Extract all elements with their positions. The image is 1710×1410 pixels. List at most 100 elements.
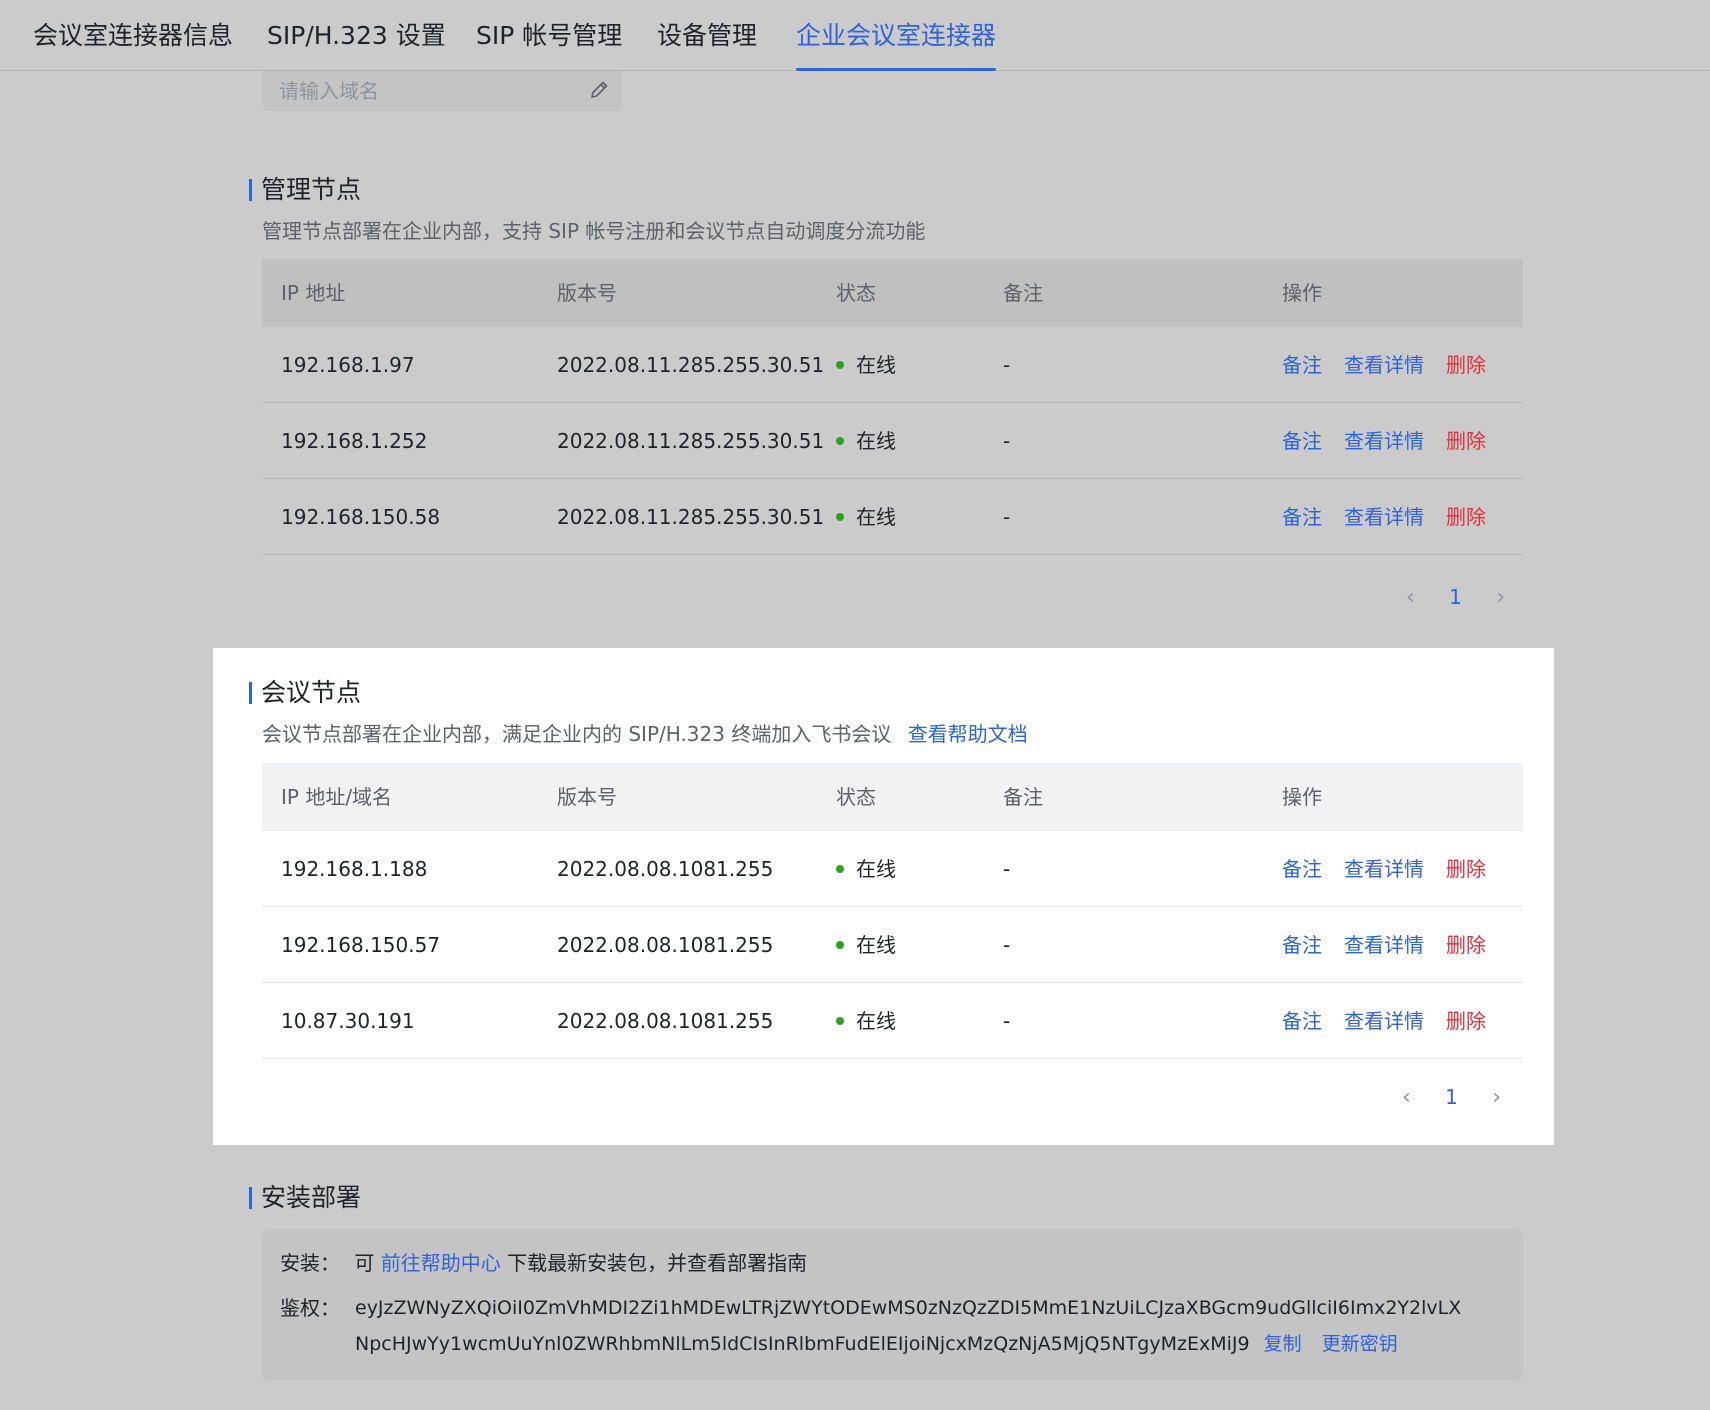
domain-input[interactable] [279,71,579,111]
delete-button[interactable]: 删除 [1446,429,1486,453]
column-version: 版本号 [557,785,617,809]
tab-sip-account[interactable]: SIP 帐号管理 [476,18,622,71]
delete-button[interactable]: 删除 [1446,1009,1486,1033]
version-cell: 2022.08.08.1081.255 [557,1009,774,1033]
ip-cell: 192.168.1.252 [281,429,428,453]
column-version: 版本号 [557,281,617,305]
meeting-pagination: ‹ 1 › [1402,1085,1501,1110]
note-button[interactable]: 备注 [1282,857,1322,881]
note-cell: - [1003,933,1011,957]
management-section-description: 管理节点部署在企业内部，支持 SIP 帐号注册和会议节点自动调度分流功能 [262,219,926,243]
domain-field [262,71,622,111]
column-actions: 操作 [1282,281,1322,305]
table-row: 192.168.1.188 2022.08.08.1081.255 在线 - 备… [262,831,1523,907]
ip-cell: 10.87.30.191 [281,1009,415,1033]
note-button[interactable]: 备注 [1282,1009,1322,1033]
tab-sip-h323-settings[interactable]: SIP/H.323 设置 [267,18,446,71]
actions-cell: 备注 查看详情 删除 [1282,1008,1508,1034]
note-button[interactable]: 备注 [1282,933,1322,957]
view-details-button[interactable]: 查看详情 [1344,429,1424,453]
table-row: 192.168.1.97 2022.08.11.285.255.30.51 在线… [262,327,1523,403]
view-details-button[interactable]: 查看详情 [1344,353,1424,377]
status-text: 在线 [856,429,896,453]
chevron-left-icon[interactable]: ‹ [1402,1085,1411,1110]
delete-button[interactable]: 删除 [1446,353,1486,377]
install-section-title: 安装部署 [249,1183,361,1213]
version-cell: 2022.08.08.1081.255 [557,933,774,957]
version-cell: 2022.08.08.1081.255 [557,857,774,881]
delete-button[interactable]: 删除 [1446,933,1486,957]
actions-cell: 备注 查看详情 删除 [1282,932,1508,958]
management-table: IP 地址 版本号 状态 备注 操作 192.168.1.97 2022.08.… [262,259,1523,555]
actions-cell: 备注 查看详情 删除 [1282,504,1508,530]
meeting-table: IP 地址/域名 版本号 状态 备注 操作 192.168.1.188 2022… [262,763,1523,1059]
table-header: IP 地址/域名 版本号 状态 备注 操作 [262,763,1523,831]
help-center-link[interactable]: 前往帮助中心 [381,1251,501,1275]
actions-cell: 备注 查看详情 删除 [1282,856,1508,882]
install-suffix: 下载最新安装包，并查看部署指南 [507,1251,808,1275]
status-text: 在线 [856,353,896,377]
ip-cell: 192.168.1.188 [281,857,428,881]
note-cell: - [1003,857,1011,881]
tab-device-management[interactable]: 设备管理 [657,18,757,71]
delete-button[interactable]: 删除 [1446,857,1486,881]
delete-button[interactable]: 删除 [1446,505,1486,529]
column-note: 备注 [1003,281,1043,305]
copy-button[interactable]: 复制 [1264,1333,1302,1355]
column-ip: IP 地址 [281,281,346,305]
actions-cell: 备注 查看详情 删除 [1282,428,1508,454]
online-dot-icon [836,940,844,949]
online-dot-icon [836,864,844,873]
chevron-right-icon[interactable]: › [1496,585,1505,610]
online-dot-icon [836,1016,844,1025]
note-cell: - [1003,505,1011,529]
status-text: 在线 [856,1009,896,1033]
tab-connector-info[interactable]: 会议室连接器信息 [33,18,233,71]
status-cell: 在线 [836,1008,896,1034]
table-row: 192.168.1.252 2022.08.11.285.255.30.51 在… [262,403,1523,479]
note-button[interactable]: 备注 [1282,353,1322,377]
table-row: 192.168.150.57 2022.08.08.1081.255 在线 - … [262,907,1523,983]
note-button[interactable]: 备注 [1282,429,1322,453]
note-cell: - [1003,429,1011,453]
note-cell: - [1003,353,1011,377]
online-dot-icon [836,360,844,369]
view-details-button[interactable]: 查看详情 [1344,505,1424,529]
auth-token-line-2: NpcHJwYy1wcmUuYnl0ZWRhbmNlLm5ldCIsInRlbm… [355,1326,1398,1362]
column-note: 备注 [1003,785,1043,809]
tab-enterprise-connector[interactable]: 企业会议室连接器 [796,18,997,71]
version-cell: 2022.08.11.285.255.30.51 [557,429,825,453]
install-label: 安装： [280,1251,340,1275]
view-details-button[interactable]: 查看详情 [1344,1009,1424,1033]
status-cell: 在线 [836,352,896,378]
refresh-key-button[interactable]: 更新密钥 [1322,1333,1398,1355]
column-status: 状态 [836,281,876,305]
view-details-button[interactable]: 查看详情 [1344,857,1424,881]
online-dot-icon [836,512,844,521]
auth-token-line-1: eyJzZWNyZXQiOiI0ZmVhMDI2Zi1hMDEwLTRjZWYt… [355,1297,1462,1319]
management-pagination: ‹ 1 › [1406,585,1505,610]
version-cell: 2022.08.11.285.255.30.51 [557,505,825,529]
version-cell: 2022.08.11.285.255.30.51 [557,353,825,377]
chevron-right-icon[interactable]: › [1492,1085,1501,1110]
table-row: 10.87.30.191 2022.08.08.1081.255 在线 - 备注… [262,983,1523,1059]
page-number[interactable]: 1 [1445,1085,1458,1109]
help-doc-link[interactable]: 查看帮助文档 [908,722,1028,746]
ip-cell: 192.168.1.97 [281,353,415,377]
install-panel: 安装： 可 前往帮助中心 下载最新安装包，并查看部署指南 鉴权： eyJzZWN… [262,1229,1523,1381]
status-cell: 在线 [836,428,896,454]
page-number[interactable]: 1 [1449,585,1462,609]
chevron-left-icon[interactable]: ‹ [1406,585,1415,610]
meeting-description-text: 会议节点部署在企业内部，满足企业内的 SIP/H.323 终端加入飞书会议 [262,722,892,746]
install-row: 安装： 可 前往帮助中心 下载最新安装包，并查看部署指南 [280,1245,807,1281]
actions-cell: 备注 查看详情 删除 [1282,352,1508,378]
ip-cell: 192.168.150.58 [281,505,441,529]
pencil-icon[interactable] [588,79,610,101]
note-button[interactable]: 备注 [1282,505,1322,529]
view-details-button[interactable]: 查看详情 [1344,933,1424,957]
meeting-section-description: 会议节点部署在企业内部，满足企业内的 SIP/H.323 终端加入飞书会议 查看… [262,721,1028,747]
install-prefix: 可 [354,1251,375,1275]
table-header: IP 地址 版本号 状态 备注 操作 [262,259,1523,327]
auth-label: 鉴权： [280,1296,340,1320]
note-cell: - [1003,1009,1011,1033]
